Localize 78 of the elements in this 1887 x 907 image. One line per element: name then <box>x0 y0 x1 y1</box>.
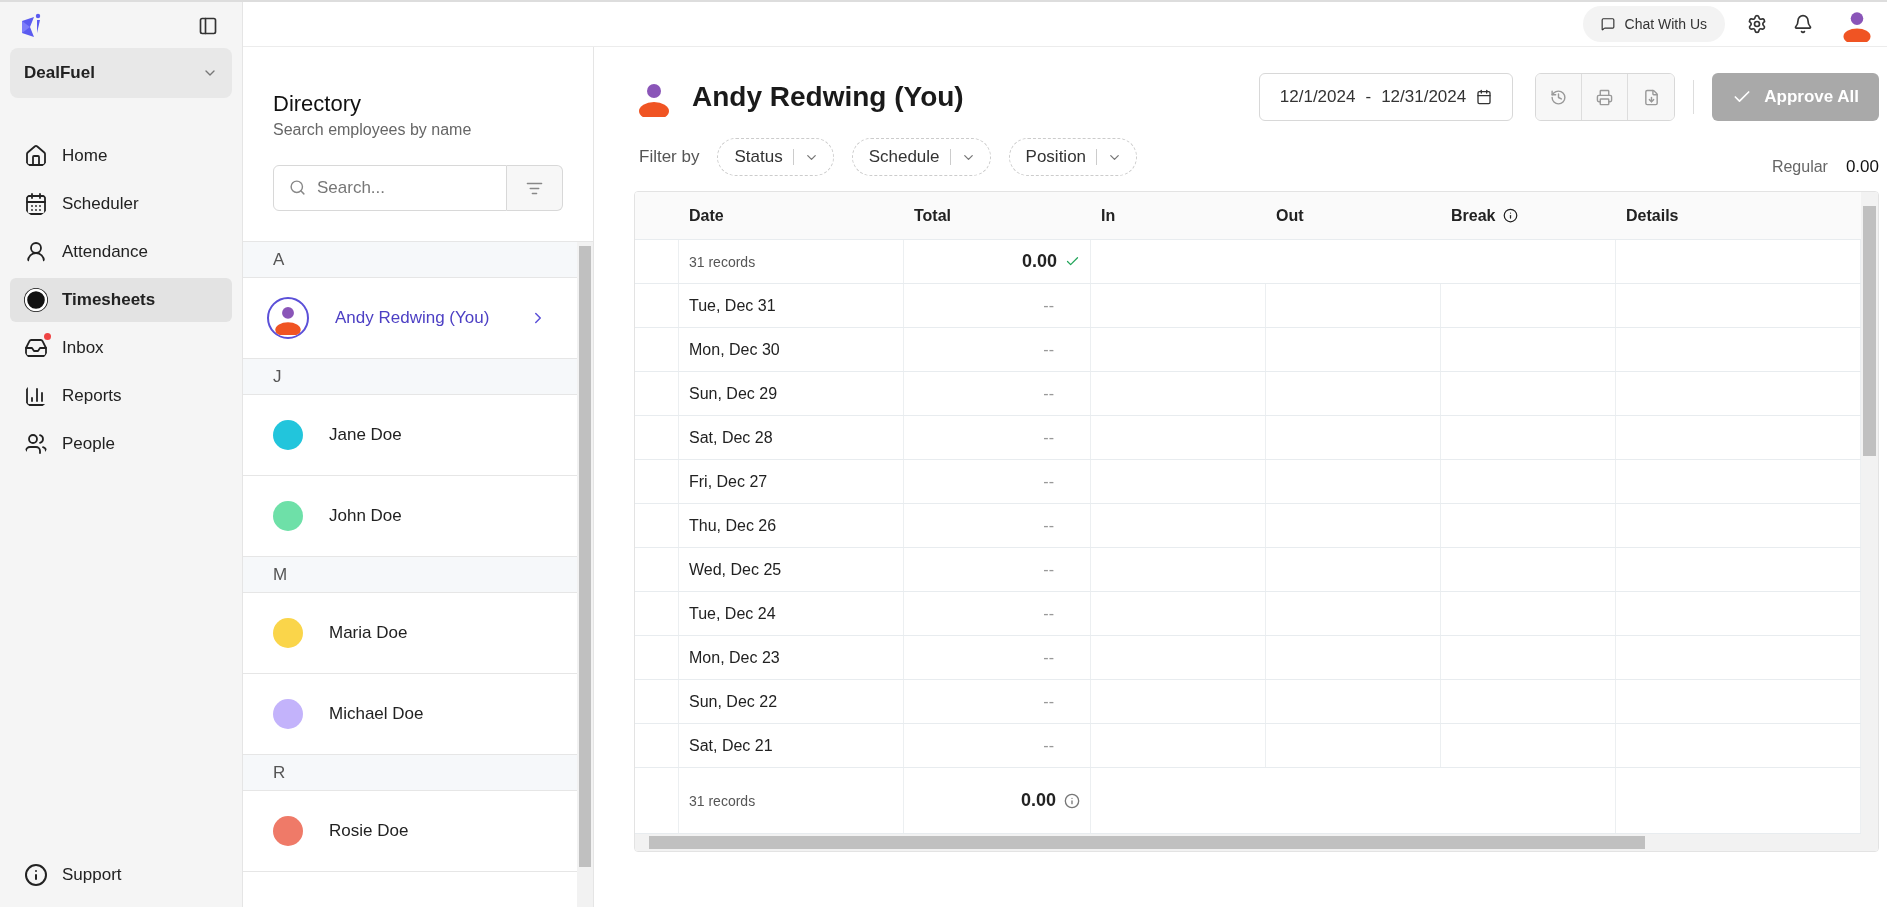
table-cell: Tue, Dec 24 <box>689 604 776 623</box>
column-header: Break <box>1451 206 1496 225</box>
table-cell: Thu, Dec 26 <box>689 516 777 535</box>
history-button[interactable] <box>1536 74 1583 120</box>
table-cell-text: -- <box>1043 648 1055 667</box>
search-field[interactable]: Search... <box>273 165 507 211</box>
total-value: 0.00 <box>1020 790 1056 811</box>
info-icon <box>1503 208 1519 223</box>
filter-chip[interactable]: Position <box>1008 138 1138 176</box>
history-icon <box>1550 88 1568 106</box>
letter-header: R <box>243 755 577 791</box>
records-count: 31 records <box>689 792 756 809</box>
nav-item[interactable]: Scheduler <box>10 182 232 226</box>
letter-header: M <box>243 557 577 593</box>
calendar-icon <box>1476 89 1493 105</box>
letter-header: A <box>243 242 577 278</box>
table-cell-text: -- <box>1043 692 1055 711</box>
search-icon <box>289 179 306 196</box>
filter-chip[interactable]: Schedule <box>851 138 991 176</box>
scrollbar[interactable] <box>577 242 593 907</box>
info-icon <box>1064 792 1080 809</box>
directory-subtitle: Search employees by name <box>273 121 473 139</box>
column-header: Date <box>689 206 724 225</box>
table-cell-text: -- <box>1043 428 1055 447</box>
info-icon <box>24 863 48 887</box>
column-header: In <box>1101 206 1116 225</box>
table-cell: Mon, Dec 30 <box>689 340 780 359</box>
table-cell-text: -- <box>1043 516 1055 535</box>
table-cell-text: -- <box>1043 340 1055 359</box>
chat-button[interactable]: Chat With Us <box>1582 6 1725 42</box>
support-link[interactable]: Support <box>10 855 232 895</box>
table-cell-text: -- <box>1043 560 1055 579</box>
table-cell: Fri, Dec 27 <box>689 472 768 491</box>
table-cell: Sun, Dec 29 <box>689 384 778 403</box>
table-cell: Mon, Dec 23 <box>689 648 780 667</box>
nav-item[interactable]: Reports <box>10 374 232 418</box>
letter-header: J <box>243 359 577 395</box>
directory-title: Directory <box>273 91 362 117</box>
table-cell: Sat, Dec 21 <box>689 736 773 755</box>
total-value: 0.00 <box>1021 251 1057 272</box>
column-header: Details <box>1626 206 1679 225</box>
chat-bubble-icon <box>1600 17 1615 31</box>
nav-item[interactable]: People <box>10 422 232 466</box>
table-cell: Wed, Dec 25 <box>689 560 782 579</box>
workspace-selector[interactable]: DealFuel <box>10 48 232 98</box>
filter-button[interactable] <box>507 165 563 211</box>
table-cell-text: -- <box>1043 736 1055 755</box>
column-header: Total <box>914 206 952 225</box>
filter-chip[interactable]: Status <box>717 138 834 176</box>
table-cell-text: -- <box>1043 384 1055 403</box>
home-icon <box>24 144 48 168</box>
printer-icon <box>1596 88 1614 106</box>
table-cell-text: -- <box>1043 604 1055 623</box>
calendar-icon <box>24 192 48 216</box>
file-download-icon <box>1642 88 1660 106</box>
table-cell: Sat, Dec 28 <box>689 428 773 447</box>
filter-label: Filter by <box>639 147 700 167</box>
summary-value: 0.00 <box>1845 157 1879 177</box>
nav-item[interactable]: Attendance <box>10 230 232 274</box>
print-button[interactable] <box>1582 74 1629 120</box>
nav-item[interactable]: Timesheets <box>10 278 232 322</box>
employee-name: Andy Redwing (You) <box>692 81 965 113</box>
people-icon <box>24 432 48 456</box>
table-cell-text: -- <box>1043 472 1055 491</box>
logo-icon <box>20 13 42 39</box>
scrollbar[interactable] <box>1861 192 1878 834</box>
download-button[interactable] <box>1628 74 1675 120</box>
date-range-field[interactable]: 12/1/2024 - 12/31/2024 <box>1258 73 1514 121</box>
nav-item[interactable]: Home <box>10 134 232 178</box>
table-cell: Sun, Dec 22 <box>689 692 778 711</box>
table-cell: Tue, Dec 31 <box>689 296 776 315</box>
column-header: Out <box>1276 206 1304 225</box>
table-cell-text: -- <box>1043 296 1055 315</box>
summary-label: Regular <box>1771 158 1828 176</box>
nav-item[interactable]: Inbox <box>10 326 232 370</box>
inbox-icon <box>24 336 48 360</box>
scrollbar[interactable] <box>635 834 1878 851</box>
records-count: 31 records <box>689 253 756 270</box>
